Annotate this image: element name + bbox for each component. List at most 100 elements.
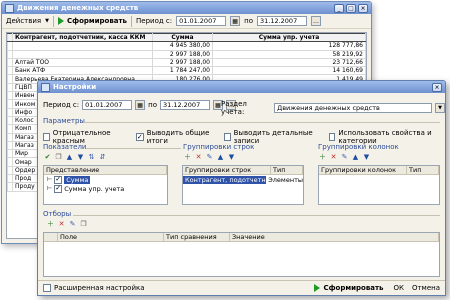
calendar-icon[interactable]: ▦: [230, 16, 241, 26]
sort-desc-icon[interactable]: ⇵: [98, 153, 107, 162]
settings-title-bar: Настройки ×: [38, 81, 445, 93]
params-divider: [83, 122, 440, 123]
row-group-item[interactable]: Контрагент, подотчетник, ... Элементы: [183, 175, 303, 184]
close-button[interactable]: ×: [358, 3, 368, 13]
generate-button[interactable]: Сформировать: [314, 284, 383, 292]
copy-icon[interactable]: ❐: [54, 153, 63, 162]
section-row: Раздел учета: Движения денежных средств …: [221, 100, 445, 116]
indicators-title: Показатели: [43, 143, 87, 151]
report-row[interactable]: 2 997 188,00 58 219,92: [7, 49, 366, 59]
move-down-icon[interactable]: ▼: [362, 153, 371, 162]
indicators-divider: [86, 148, 181, 149]
add-icon[interactable]: ＋: [46, 220, 55, 229]
edit-icon[interactable]: ✎: [205, 153, 214, 162]
period-to-label: по: [148, 101, 157, 109]
play-icon: [58, 17, 64, 25]
checkbox[interactable]: [43, 284, 51, 292]
edit-icon[interactable]: ✎: [340, 153, 349, 162]
report-row[interactable]: 4 945 380,00 128 777,86: [7, 41, 366, 51]
row-groups-list[interactable]: Группировки строк Тип Контрагент, подотч…: [182, 165, 304, 205]
filters-divider: [73, 215, 440, 216]
toolbar-separator: [53, 15, 54, 27]
section-label: Раздел учета:: [221, 100, 247, 116]
sort-asc-icon[interactable]: ⇅: [87, 153, 96, 162]
dialog-bottom-bar: Расширенная настройка Сформировать ОК От…: [38, 280, 445, 295]
indicators-list[interactable]: Представление ⊢ ✓ Сумма ⊢ ✓ Сумма упр. у…: [43, 165, 168, 205]
checkbox-checked[interactable]: ✓: [54, 184, 63, 193]
dropdown-arrow-icon[interactable]: ▼: [45, 18, 49, 24]
filters-col-value: Значение: [230, 233, 439, 241]
checkbox[interactable]: [223, 133, 231, 141]
report-title-bar: Движения денежных средств _ □ ×: [2, 2, 371, 14]
move-down-icon[interactable]: ▼: [76, 153, 85, 162]
report-header-row: Контрагент, подотчетник, касса ККМ Сумма…: [7, 33, 366, 43]
maximize-button[interactable]: □: [346, 3, 356, 13]
calendar-icon[interactable]: ▦: [135, 100, 146, 110]
row-groups-col-type: Тип: [271, 166, 303, 174]
move-down-icon[interactable]: ▼: [227, 153, 236, 162]
edit-icon[interactable]: ✎: [68, 220, 77, 229]
col-groups-list[interactable]: Группировки колонок Тип: [318, 165, 440, 205]
indicator-row-sum-mgmt[interactable]: ⊢ ✓ Сумма упр. учета: [44, 184, 167, 193]
move-up-icon[interactable]: ▲: [351, 153, 360, 162]
copy-icon[interactable]: ❐: [79, 220, 88, 229]
col-header-counterparty: Контрагент, подотчетник, касса ККМ: [12, 33, 153, 43]
move-up-icon[interactable]: ▲: [65, 153, 74, 162]
period-from-label: Период с:: [136, 17, 173, 25]
row-groups-col-name: Группировки строк: [183, 166, 271, 174]
settings-window-icon: [41, 82, 50, 92]
advanced-settings-toggle[interactable]: Расширенная настройка: [43, 284, 145, 292]
filters-toolbar: ＋ ✕ ✎ ❐: [46, 220, 88, 229]
actions-menu[interactable]: Действия: [6, 17, 41, 25]
col-groups-col-name: Группировки колонок: [319, 166, 407, 174]
checkbox[interactable]: [328, 133, 336, 141]
indicator-row-sum[interactable]: ⊢ ✓ Сумма: [44, 175, 167, 184]
filters-col-field: Поле: [58, 233, 164, 241]
delete-icon[interactable]: ✕: [57, 220, 66, 229]
period-to-input[interactable]: 31.12.2007: [256, 16, 307, 26]
add-icon[interactable]: ＋: [318, 153, 327, 162]
tree-line-icon: ⊢: [47, 185, 53, 192]
params-title: Параметры: [43, 117, 85, 125]
period-to-label: по: [244, 17, 253, 25]
delete-icon[interactable]: ✕: [329, 153, 338, 162]
settings-period-row: Период с: 01.01.2007 ▦ по 31.12.2007 ▦ …: [43, 100, 236, 110]
more-button[interactable]: …: [310, 16, 321, 26]
period-from-label: Период с:: [43, 101, 80, 109]
indicators-toolbar: ✔ ❐ ▲ ▼ ⇅ ⇵: [43, 153, 107, 162]
generate-button[interactable]: Сформировать: [58, 17, 127, 25]
move-up-icon[interactable]: ▲: [216, 153, 225, 162]
period-to-input[interactable]: 31.12.2007: [159, 100, 210, 110]
report-window-icon: [5, 3, 14, 13]
tree-line-icon: ⊢: [47, 176, 53, 183]
toolbar-separator: [131, 15, 132, 27]
indicators-col-header: Представление: [44, 166, 167, 174]
checkbox[interactable]: [43, 133, 50, 141]
period-from-input[interactable]: 01.01.2007: [82, 100, 133, 110]
close-button[interactable]: ×: [432, 82, 442, 92]
filters-title: Отборы: [43, 210, 72, 218]
check-all-icon[interactable]: ✔: [43, 153, 52, 162]
minimize-button[interactable]: _: [334, 3, 344, 13]
play-icon: [314, 284, 321, 292]
filters-col-compare: Тип сравнения: [164, 233, 230, 241]
delete-icon[interactable]: ✕: [194, 153, 203, 162]
filters-list[interactable]: Поле Тип сравнения Значение: [43, 232, 440, 277]
chevron-down-icon[interactable]: ▼: [435, 103, 445, 113]
checkbox-checked[interactable]: ✓: [135, 133, 144, 141]
ok-button[interactable]: ОК: [393, 284, 403, 292]
report-row[interactable]: Банк АТФ 1 784 247,00 14 160,69: [7, 66, 366, 76]
col-groups-col-type: Тип: [407, 166, 439, 174]
report-row[interactable]: Алтай ТОО 2 997 188,00 23 712,66: [7, 57, 366, 68]
period-from-input[interactable]: 01.01.2007: [176, 16, 227, 26]
checkbox-checked[interactable]: ✓: [54, 175, 63, 184]
report-title: Движения денежных средств: [17, 4, 139, 12]
settings-title: Настройки: [53, 83, 97, 91]
row-groups-title: Группировки строк: [183, 143, 255, 151]
settings-dialog: Настройки × Период с: 01.01.2007 ▦ по 31…: [37, 80, 446, 296]
report-toolbar: Действия ▼ Сформировать Период с: 01.01.…: [2, 14, 371, 29]
add-icon[interactable]: ＋: [183, 153, 192, 162]
cancel-button[interactable]: Отмена: [412, 284, 440, 292]
section-select[interactable]: Движения денежных средств: [274, 103, 433, 113]
col-groups-toolbar: ＋ ✕ ✎ ▲ ▼: [318, 153, 371, 162]
